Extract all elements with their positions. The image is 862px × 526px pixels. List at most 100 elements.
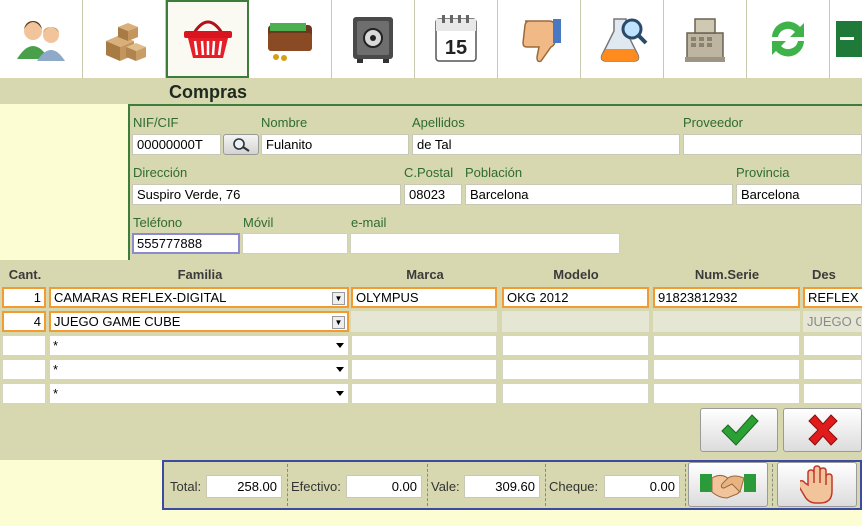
col-header-marca: Marca — [406, 267, 444, 282]
col-header-desc: Des — [812, 267, 836, 282]
row-4-marca[interactable] — [351, 359, 497, 380]
row-4-desc[interactable] — [803, 359, 862, 380]
movil-field[interactable] — [242, 233, 348, 254]
cancel-button[interactable] — [783, 408, 862, 452]
stop-button[interactable] — [777, 462, 857, 507]
calendar-button[interactable]: 15 — [415, 0, 498, 78]
apellidos-field[interactable]: de Tal — [412, 134, 680, 155]
separator — [685, 464, 686, 506]
row-1-cant[interactable]: 1 — [2, 287, 46, 308]
handshake-icon — [700, 473, 756, 499]
row-5-marca[interactable] — [351, 383, 497, 404]
poblacion-label: Población — [465, 165, 523, 180]
search-client-button[interactable] — [223, 134, 259, 155]
row-3-familia-select[interactable]: * — [49, 335, 349, 356]
chevron-down-icon[interactable] — [336, 343, 344, 348]
poblacion-field[interactable]: Barcelona — [465, 184, 733, 205]
row-2-cant[interactable]: 4 — [2, 311, 46, 332]
wallet-button[interactable] — [249, 0, 332, 78]
check-icon — [721, 414, 759, 446]
row-5-cant[interactable] — [2, 383, 46, 404]
row-4-familia-value: * — [53, 362, 59, 377]
row-1-familia-value: CAMARAS REFLEX-DIGITAL — [54, 290, 227, 305]
row-5-familia-value: * — [53, 386, 59, 401]
provincia-label: Provincia — [736, 165, 790, 180]
confirm-deal-button[interactable] — [688, 462, 768, 507]
purchases-button[interactable] — [166, 0, 249, 78]
row-2-familia-value: JUEGO GAME CUBE — [54, 314, 181, 329]
refresh-icon — [772, 21, 804, 57]
accept-button[interactable] — [700, 408, 778, 452]
row-2-familia-select[interactable]: JUEGO GAME CUBE ▼ — [49, 311, 349, 332]
efectivo-label: Efectivo: — [291, 479, 341, 494]
reject-button[interactable] — [498, 0, 581, 78]
row-1-marca[interactable]: OLYMPUS — [351, 287, 497, 308]
cash-register-icon — [685, 18, 725, 62]
telefono-field[interactable]: 555777888 — [132, 233, 240, 254]
row-3-numserie[interactable] — [653, 335, 800, 356]
total-field: 258.00 — [206, 475, 282, 498]
row-2-desc[interactable]: JUEGO G — [803, 311, 862, 332]
row-2-numserie[interactable] — [653, 311, 800, 332]
stop-hand-icon — [800, 464, 833, 504]
chevron-down-icon[interactable]: ▼ — [332, 292, 345, 305]
page-title: Compras — [169, 82, 248, 102]
row-3-modelo[interactable] — [502, 335, 649, 356]
row-1-desc[interactable]: REFLEX D — [803, 287, 862, 308]
row-1-familia-select[interactable]: CAMARAS REFLEX-DIGITAL ▼ — [49, 287, 349, 308]
row-3-familia-value: * — [53, 338, 59, 353]
row-4-familia-select[interactable]: * — [49, 359, 349, 380]
cash-register-button[interactable] — [664, 0, 747, 78]
stock-button[interactable] — [83, 0, 166, 78]
row-4-numserie[interactable] — [653, 359, 800, 380]
direccion-field[interactable]: Suspiro Verde, 76 — [132, 184, 401, 205]
clients-icon — [17, 21, 65, 61]
row-5-modelo[interactable] — [502, 383, 649, 404]
sync-button[interactable] — [747, 0, 830, 78]
basket-icon — [183, 20, 232, 58]
col-header-numserie: Num.Serie — [694, 267, 760, 282]
nif-field[interactable]: 00000000T — [132, 134, 221, 155]
chevron-down-icon[interactable]: ▼ — [332, 316, 345, 329]
vale-field[interactable]: 309.60 — [464, 475, 540, 498]
separator — [287, 464, 288, 506]
row-1-numserie[interactable]: 91823812932 — [653, 287, 800, 308]
row-4-modelo[interactable] — [502, 359, 649, 380]
separator — [545, 464, 546, 506]
cheque-field[interactable]: 0.00 — [604, 475, 680, 498]
safe-button[interactable] — [332, 0, 415, 78]
email-label: e-mail — [351, 215, 387, 230]
row-5-numserie[interactable] — [653, 383, 800, 404]
efectivo-field[interactable]: 0.00 — [346, 475, 422, 498]
col-header-modelo: Modelo — [553, 267, 599, 282]
export-button[interactable] — [830, 0, 862, 78]
title-band — [0, 78, 862, 104]
row-4-cant[interactable] — [2, 359, 46, 380]
movil-label: Móvil — [243, 215, 274, 230]
nombre-field[interactable]: Fulanito — [261, 134, 409, 155]
row-1-modelo[interactable]: OKG 2012 — [502, 287, 649, 308]
safe-icon — [353, 17, 393, 63]
row-2-modelo[interactable] — [502, 311, 649, 332]
row-5-familia-select[interactable]: * — [49, 383, 349, 404]
calendar-day: 15 — [445, 37, 467, 59]
nombre-label: Nombre — [261, 115, 308, 130]
proveedor-field[interactable] — [683, 134, 862, 155]
row-5-desc[interactable] — [803, 383, 862, 404]
clients-button[interactable] — [0, 0, 83, 78]
row-2-marca[interactable] — [351, 311, 497, 332]
chevron-down-icon[interactable] — [336, 391, 344, 396]
provincia-field[interactable]: Barcelona — [736, 184, 862, 205]
total-label: Total: — [170, 479, 202, 494]
email-field[interactable] — [350, 233, 620, 254]
row-3-marca[interactable] — [351, 335, 497, 356]
row-3-cant[interactable] — [2, 335, 46, 356]
chevron-down-icon[interactable] — [336, 367, 344, 372]
cpostal-field[interactable]: 08023 — [404, 184, 462, 205]
row-3-desc[interactable] — [803, 335, 862, 356]
calendar-icon: 15 — [435, 15, 477, 62]
lab-button[interactable] — [581, 0, 664, 78]
separator — [427, 464, 428, 506]
thumbs-down-icon — [522, 19, 561, 63]
cross-icon — [807, 414, 838, 446]
